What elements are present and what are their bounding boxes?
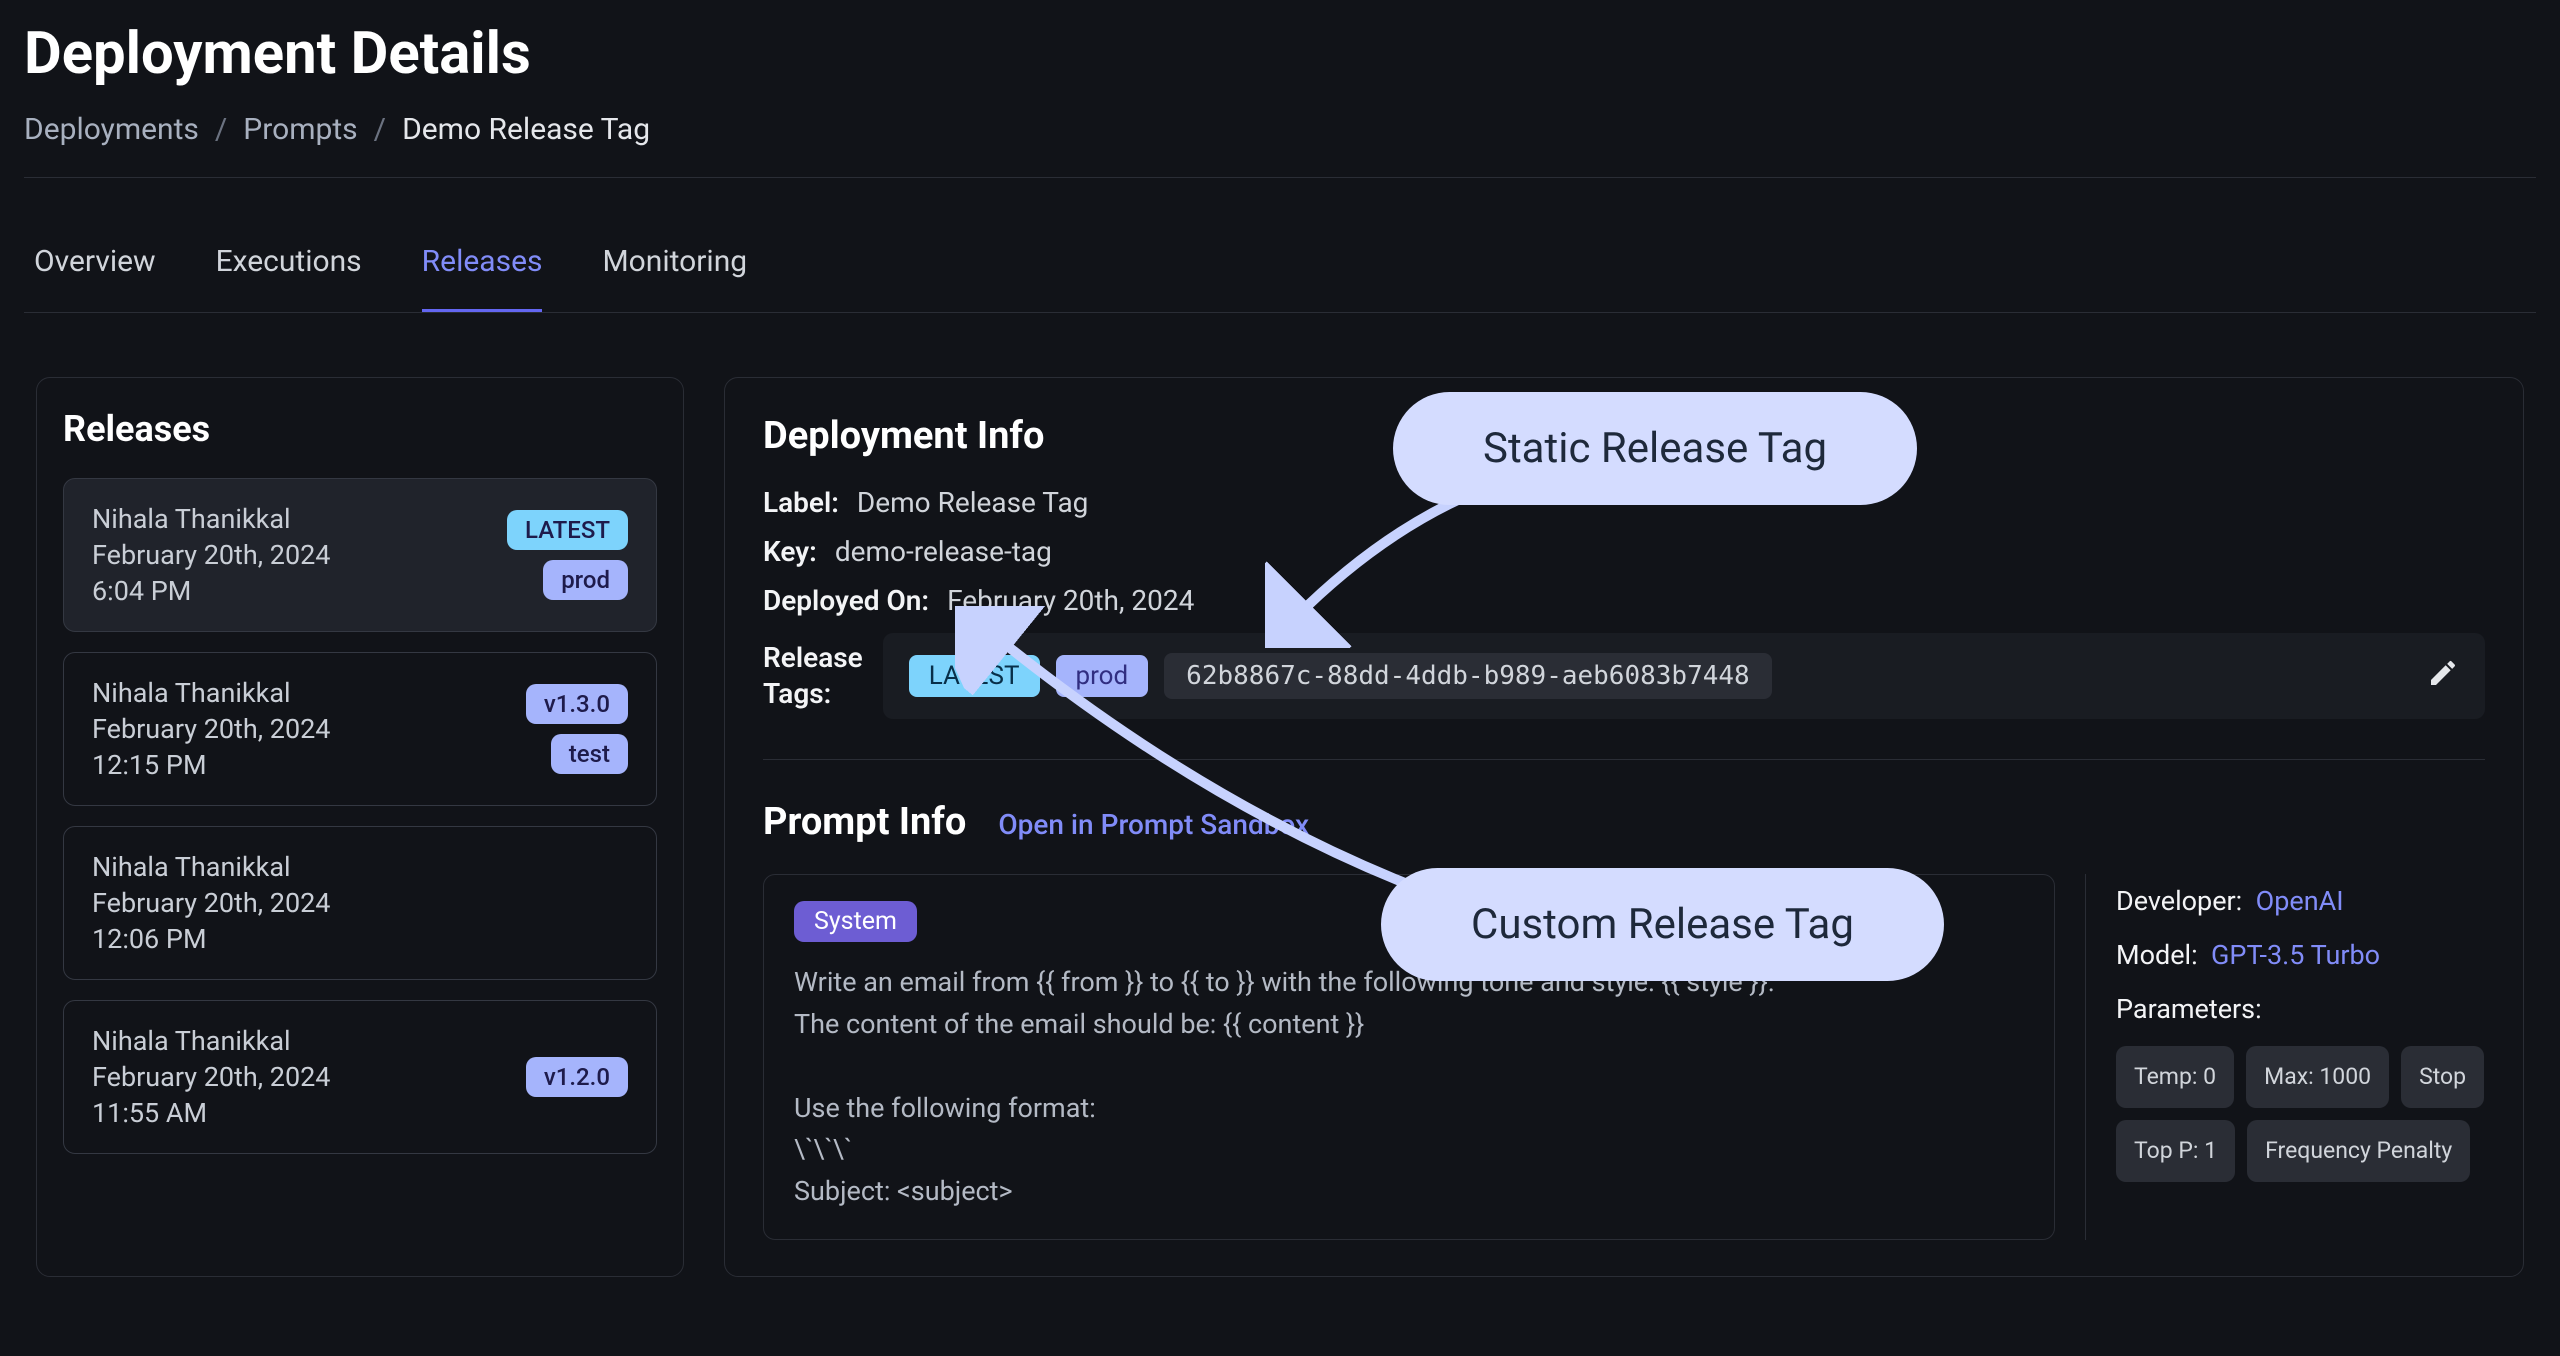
releases-sidebar: Releases Nihala Thanikkal February 20th,… [36, 377, 684, 1277]
arrow-icon [955, 606, 1455, 906]
release-card[interactable]: Nihala Thanikkal February 20th, 2024 12:… [63, 826, 657, 980]
prompt-text: Write an email from {{ from }} to {{ to … [794, 962, 2024, 1213]
edit-icon[interactable] [2427, 657, 2459, 696]
breadcrumb-deployments[interactable]: Deployments [24, 112, 199, 147]
tabs: Overview Executions Releases Monitoring [24, 228, 2536, 313]
release-time: 12:15 PM [92, 749, 330, 781]
param-max: Max: 1000 [2246, 1046, 2389, 1108]
release-author: Nihala Thanikkal [92, 851, 330, 883]
release-date: February 20th, 2024 [92, 539, 330, 571]
release-tag-prod: prod [543, 560, 628, 600]
release-tag-env: test [551, 734, 628, 774]
prompt-info-heading: Prompt Info [763, 800, 966, 844]
release-author: Nihala Thanikkal [92, 503, 330, 535]
label-key: Label: [763, 486, 839, 519]
breadcrumb-prompts[interactable]: Prompts [243, 112, 357, 147]
release-author: Nihala Thanikkal [92, 1025, 330, 1057]
tab-overview[interactable]: Overview [34, 228, 156, 312]
prompt-meta: Developer: OpenAI Model: GPT-3.5 Turbo P… [2085, 874, 2485, 1240]
page-title: Deployment Details [24, 20, 2536, 88]
model-label: Model: [2116, 939, 2198, 971]
release-tags-label: ReleaseTags: [763, 640, 863, 713]
release-card[interactable]: Nihala Thanikkal February 20th, 2024 11:… [63, 1000, 657, 1154]
breadcrumb-sep: / [215, 112, 227, 147]
sidebar-heading: Releases [63, 408, 657, 450]
label-value: Demo Release Tag [857, 486, 1089, 519]
param-topp: Top P: 1 [2116, 1120, 2235, 1182]
callout-custom: Custom Release Tag [1381, 868, 1944, 981]
tab-monitoring[interactable]: Monitoring [602, 228, 747, 312]
release-tag-latest: LATEST [507, 510, 628, 550]
deployment-content: Deployment Info Label: Demo Release Tag … [724, 377, 2524, 1277]
tab-releases[interactable]: Releases [422, 228, 543, 312]
key-value: demo-release-tag [835, 535, 1052, 568]
param-temp: Temp: 0 [2116, 1046, 2234, 1108]
release-author: Nihala Thanikkal [92, 677, 330, 709]
release-time: 11:55 AM [92, 1097, 330, 1129]
release-card[interactable]: Nihala Thanikkal February 20th, 2024 12:… [63, 652, 657, 806]
release-time: 12:06 PM [92, 923, 330, 955]
release-date: February 20th, 2024 [92, 887, 330, 919]
param-freq: Frequency Penalty [2247, 1120, 2470, 1182]
param-stop: Stop [2401, 1046, 2484, 1108]
key-key: Key: [763, 535, 817, 568]
breadcrumb-sep: / [374, 112, 386, 147]
breadcrumb-current: Demo Release Tag [402, 112, 650, 147]
system-pill: System [794, 901, 917, 942]
deployed-label: Deployed On: [763, 584, 929, 617]
tab-executions[interactable]: Executions [216, 228, 362, 312]
parameters-label: Parameters: [2116, 982, 2485, 1036]
developer-value: OpenAI [2256, 885, 2344, 917]
release-tag-version: v1.2.0 [526, 1057, 628, 1097]
release-card[interactable]: Nihala Thanikkal February 20th, 2024 6:0… [63, 478, 657, 632]
model-value: GPT-3.5 Turbo [2211, 939, 2380, 971]
release-time: 6:04 PM [92, 575, 330, 607]
developer-label: Developer: [2116, 885, 2242, 917]
release-tag-version: v1.3.0 [526, 684, 628, 724]
breadcrumb: Deployments / Prompts / Demo Release Tag [24, 112, 2536, 178]
release-date: February 20th, 2024 [92, 1061, 330, 1093]
release-date: February 20th, 2024 [92, 713, 330, 745]
callout-static: Static Release Tag [1393, 392, 1917, 505]
